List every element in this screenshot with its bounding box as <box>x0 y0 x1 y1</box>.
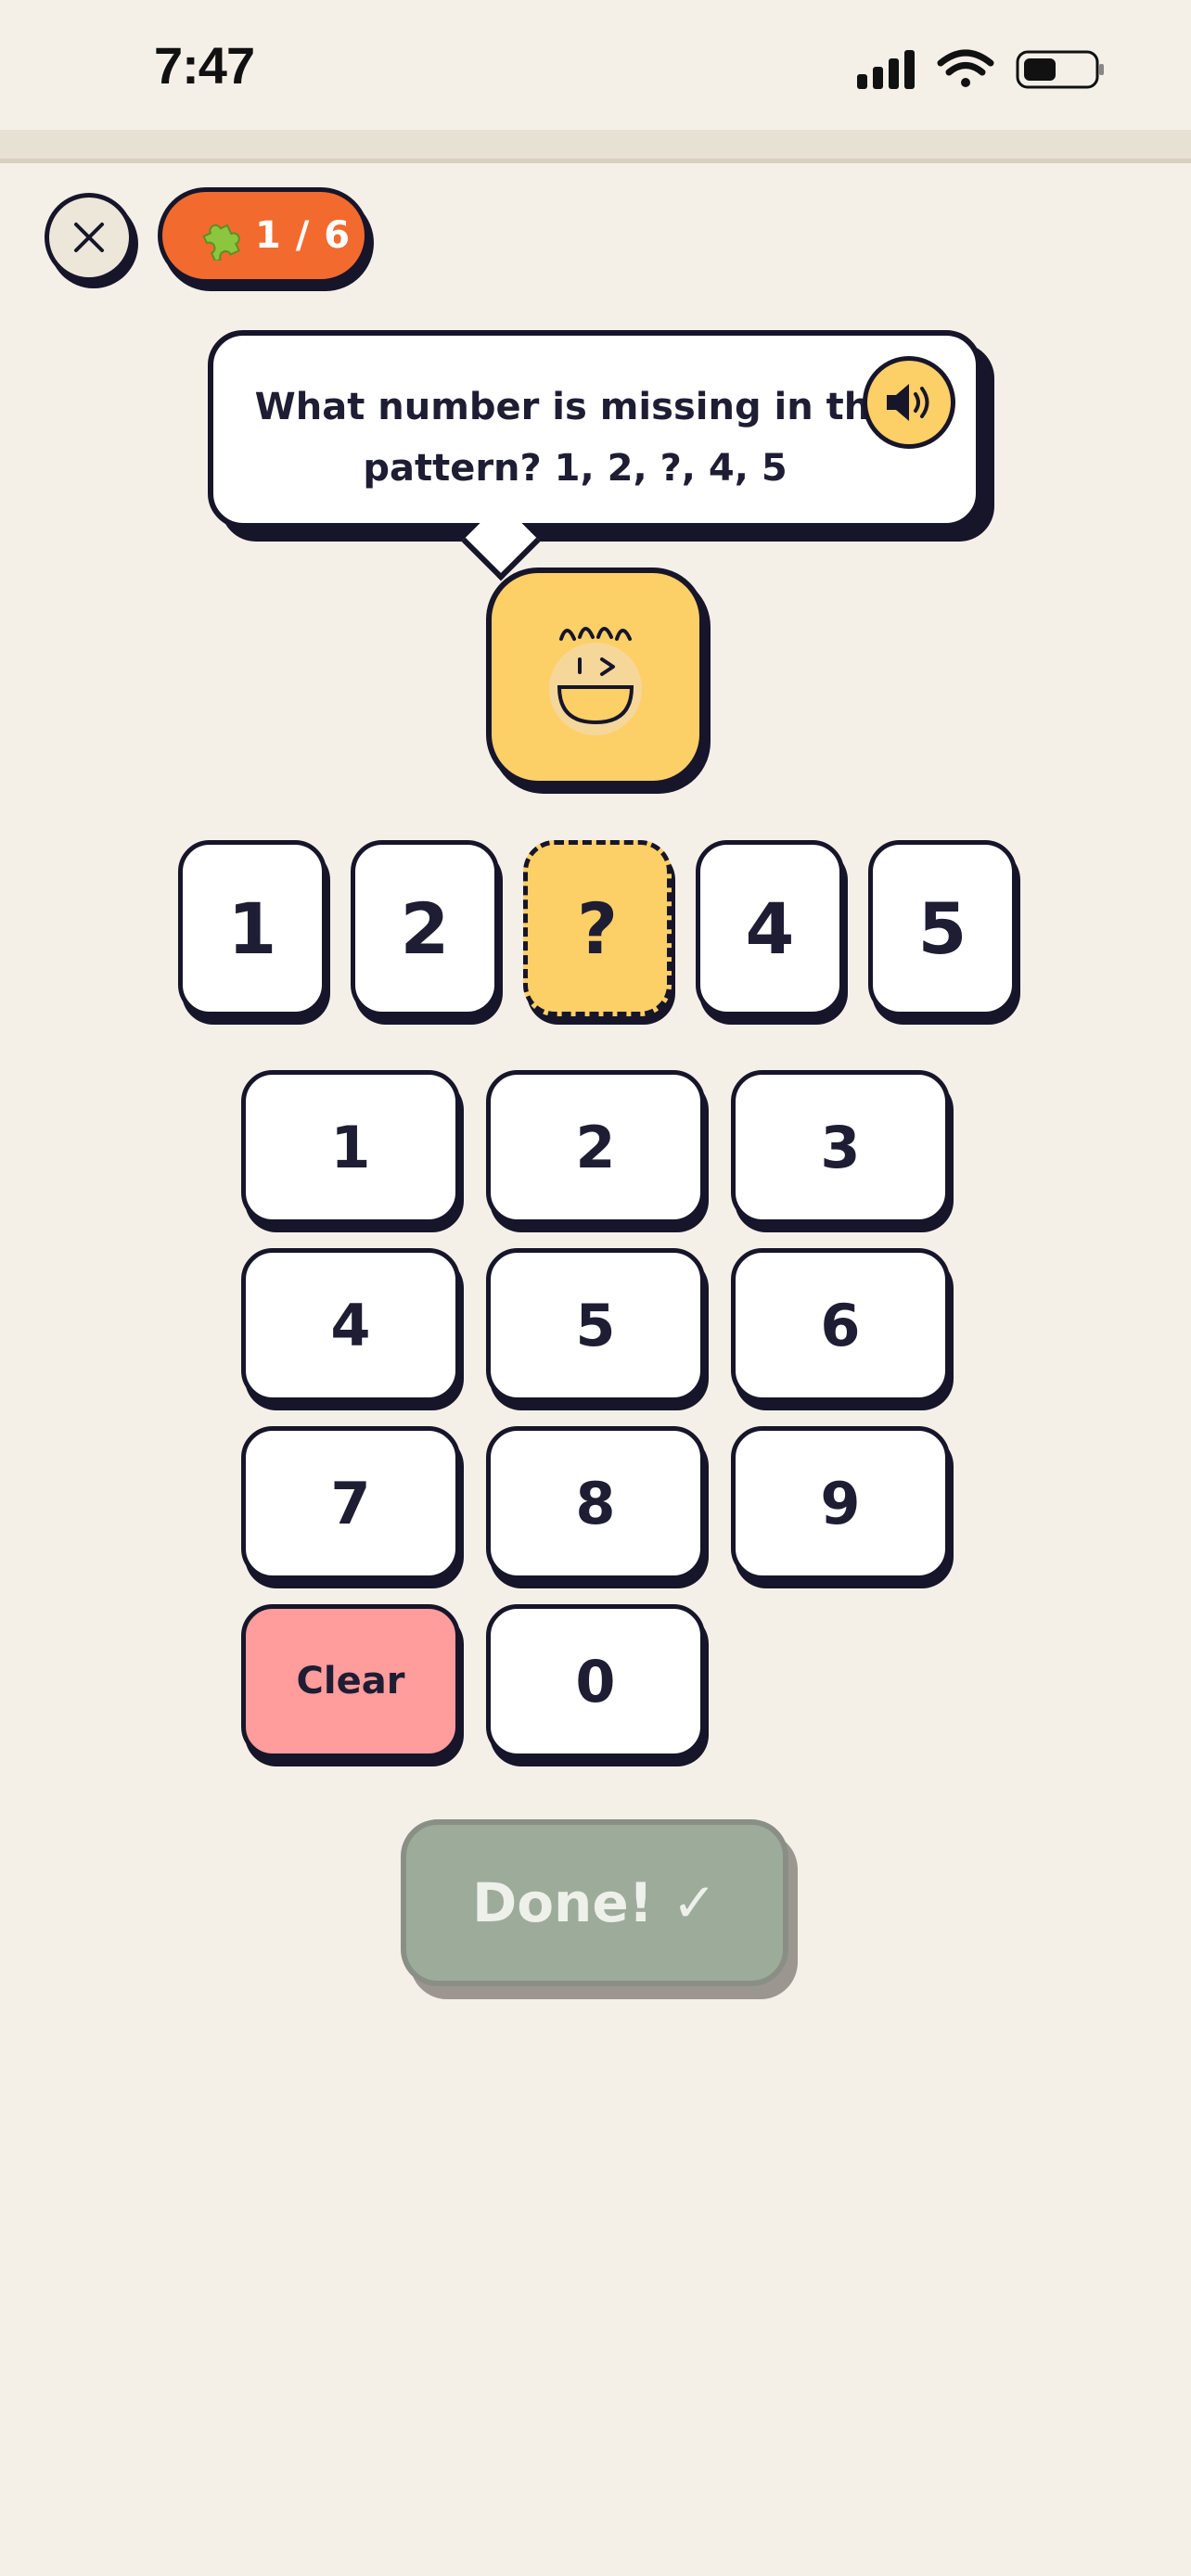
smiling-mascot-icon <box>549 627 642 735</box>
status-icons <box>855 46 1106 96</box>
sequence-tile: 2 <box>351 840 499 1016</box>
wifi-icon <box>937 49 994 87</box>
key-0[interactable]: 0 <box>486 1604 705 1758</box>
status-time: 7:47 <box>154 36 255 95</box>
cellular-signal-icon <box>857 50 915 89</box>
speaker-icon <box>887 384 929 421</box>
question-bubble: What number is missing in the pattern? 1… <box>208 330 981 529</box>
key-5[interactable]: 5 <box>486 1248 705 1402</box>
close-icon <box>74 223 104 252</box>
sequence-tile: 5 <box>868 840 1017 1016</box>
status-bar: 7:47 <box>0 0 1191 130</box>
missing-number-tile: ? <box>523 840 672 1016</box>
header-divider <box>0 130 1191 163</box>
close-button[interactable] <box>45 193 134 282</box>
speaker-button[interactable] <box>863 356 955 449</box>
screen: 7:47 1 / 6 What number is missing in the… <box>0 0 1191 2576</box>
mascot-tile <box>486 567 705 786</box>
key-6[interactable]: 6 <box>731 1248 950 1402</box>
key-3[interactable]: 3 <box>731 1070 950 1224</box>
puzzle-icon <box>202 223 241 261</box>
progress-text: 1 / 6 <box>255 214 352 257</box>
done-button[interactable]: Done! ✓ <box>401 1819 788 1986</box>
sequence-tile: 4 <box>696 840 844 1016</box>
key-7[interactable]: 7 <box>241 1426 460 1580</box>
key-4[interactable]: 4 <box>241 1248 460 1402</box>
key-9[interactable]: 9 <box>731 1426 950 1580</box>
clear-button[interactable]: Clear <box>241 1604 460 1758</box>
sequence-tile: 1 <box>178 840 327 1016</box>
key-1[interactable]: 1 <box>241 1070 460 1224</box>
key-8[interactable]: 8 <box>486 1426 705 1580</box>
progress-pill: 1 / 6 <box>158 187 369 284</box>
question-text: What number is missing in the pattern? 1… <box>254 386 896 490</box>
battery-icon <box>1016 50 1104 89</box>
key-2[interactable]: 2 <box>486 1070 705 1224</box>
